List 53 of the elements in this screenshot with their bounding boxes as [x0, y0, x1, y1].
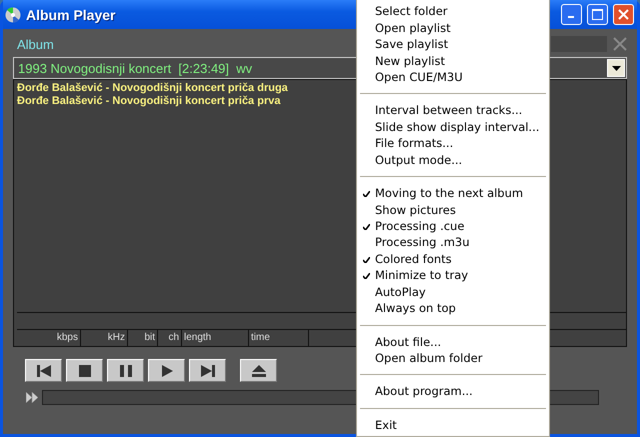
checkmark-icon	[363, 256, 370, 263]
close-icon	[618, 9, 629, 20]
play-icon	[160, 364, 172, 376]
checkmark-icon	[363, 190, 370, 197]
menu-item[interactable]: Minimize to tray	[359, 267, 547, 284]
menu-item[interactable]: Exit	[359, 416, 547, 434]
menu-item[interactable]: Interval between tracks...	[359, 102, 547, 119]
play-button[interactable]	[148, 359, 185, 382]
menu-item[interactable]: File formats...	[359, 135, 547, 152]
pause-icon	[120, 364, 132, 376]
maximize-icon	[592, 9, 603, 20]
stop-icon	[78, 364, 90, 376]
menu-item[interactable]: Select folder	[359, 3, 547, 20]
minimize-button[interactable]	[561, 4, 582, 25]
info-column-label: bit	[128, 330, 158, 346]
menu-item[interactable]: About program...	[359, 383, 547, 400]
eject-icon	[252, 364, 266, 376]
menu-item[interactable]: Open album folder	[359, 350, 547, 366]
previous-icon	[36, 364, 52, 376]
menu-item[interactable]: Always on top	[359, 300, 547, 317]
window-title: Album Player	[26, 6, 116, 22]
menu-item[interactable]: Moving to the next album	[359, 184, 547, 202]
menu-item[interactable]: Processing .m3u	[359, 234, 547, 251]
next-icon	[200, 364, 216, 376]
maximize-button[interactable]	[587, 4, 608, 25]
info-column-label: length	[182, 330, 249, 346]
menu-item[interactable]: Show pictures	[359, 201, 547, 218]
menu-item[interactable]: Save playlist	[359, 36, 547, 52]
eject-button[interactable]	[240, 359, 277, 382]
menu-item[interactable]: Output mode...	[359, 152, 547, 168]
info-column-label: kbps	[17, 330, 81, 346]
search-field[interactable]	[551, 36, 607, 52]
album-label: Album	[17, 36, 54, 52]
dropdown-button[interactable]	[607, 59, 625, 77]
menu-item[interactable]: About file...	[359, 333, 547, 350]
stop-button[interactable]	[66, 359, 103, 382]
menu-item[interactable]: Colored fonts	[359, 250, 547, 268]
menu-item[interactable]: Open playlist	[359, 19, 547, 36]
menu-item[interactable]: AutoPlay	[359, 284, 547, 300]
close-button[interactable]	[613, 4, 634, 25]
disc-icon	[5, 6, 21, 22]
checkmark-icon	[363, 224, 370, 230]
info-column-label: time	[249, 330, 309, 346]
menu-item[interactable]: Slide show display interval...	[359, 118, 547, 136]
checkmark-icon	[363, 273, 370, 280]
next-button[interactable]	[189, 359, 226, 382]
info-column-label: ch	[158, 330, 182, 346]
previous-button[interactable]	[25, 359, 62, 382]
pause-button[interactable]	[107, 359, 144, 382]
menu-item[interactable]: Processing .cue	[359, 218, 547, 234]
info-column-label: kHz	[81, 330, 128, 346]
fast-forward-icon	[26, 392, 38, 403]
caret-icon	[612, 66, 620, 70]
